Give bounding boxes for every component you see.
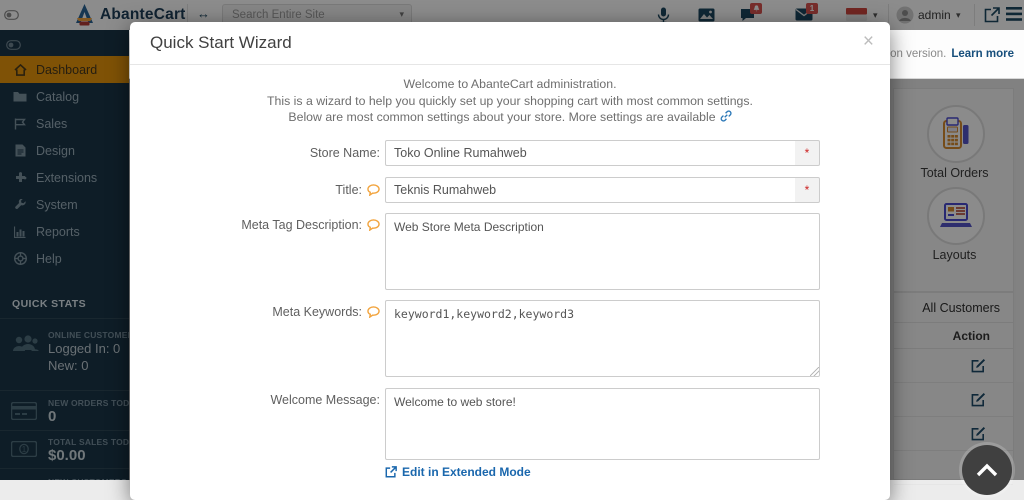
help-bubble-icon[interactable] (367, 306, 380, 318)
modal-header: Quick Start Wizard × (130, 22, 890, 65)
title-input[interactable] (385, 177, 796, 203)
form-row-meta-description: Meta Tag Description: Web Store Meta Des… (130, 213, 890, 290)
intro-line: Welcome to AbanteCart administration. (403, 77, 617, 91)
welcome-message-textarea[interactable]: Welcome to web store! (385, 388, 820, 460)
meta-keywords-textarea[interactable]: keyword1,keyword2,keyword3 (385, 300, 820, 377)
store-name-label: Store Name: (309, 146, 380, 160)
intro-line: Below are most common settings about you… (130, 109, 890, 126)
store-name-input[interactable] (385, 140, 796, 166)
settings-link-icon[interactable] (720, 110, 732, 122)
form-row-title: Title: * (130, 177, 890, 203)
scroll-to-top-button[interactable] (962, 445, 1012, 495)
close-icon[interactable]: × (863, 31, 874, 53)
intro-line: This is a wizard to help you quickly set… (267, 93, 753, 108)
meta-keywords-label: Meta Keywords: (130, 305, 380, 319)
title-label: Title: (130, 177, 380, 203)
required-marker: * (795, 140, 820, 166)
welcome-message-label: Welcome Message: (270, 393, 380, 407)
help-bubble-icon[interactable] (367, 219, 380, 231)
edit-extended-mode-link[interactable]: Edit in Extended Mode (385, 465, 531, 479)
learn-more-link[interactable]: Learn more (951, 48, 1014, 60)
external-link-icon (385, 466, 397, 478)
quick-start-wizard-modal: Quick Start Wizard × Welcome to AbanteCa… (130, 22, 890, 500)
modal-title: Quick Start Wizard (150, 33, 292, 52)
form-row-meta-keywords: Meta Keywords: keyword1,keyword2,keyword… (130, 300, 890, 377)
help-bubble-icon[interactable] (367, 184, 380, 196)
meta-description-textarea[interactable]: Web Store Meta Description (385, 213, 820, 290)
form-row-store-name: Store Name: * (130, 140, 890, 166)
wizard-intro: Welcome to AbanteCart administration. Th… (130, 76, 890, 126)
form-row-welcome-message: Welcome Message: Welcome to web store! (130, 388, 890, 460)
banner-text: on version. (890, 48, 947, 60)
meta-description-label: Meta Tag Description: (130, 218, 380, 232)
chevron-up-icon (976, 463, 998, 477)
resize-handle[interactable] (810, 367, 819, 376)
required-marker: * (795, 177, 820, 203)
